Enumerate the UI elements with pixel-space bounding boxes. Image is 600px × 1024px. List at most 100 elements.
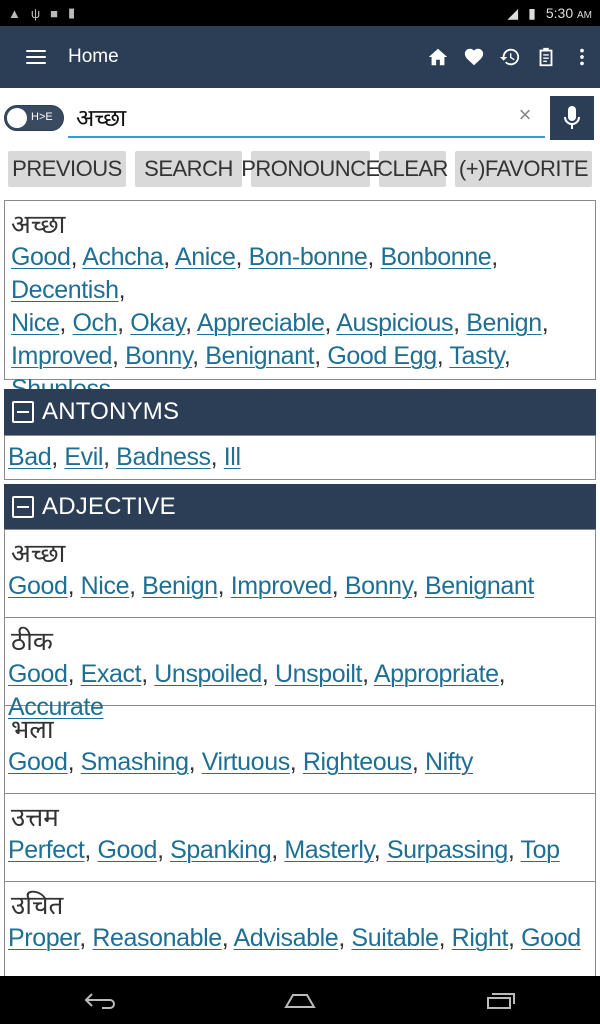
entry-synonyms: Proper, Reasonable, Advisable, Suitable,… — [5, 922, 595, 955]
synonym-link[interactable]: Good — [98, 836, 158, 864]
microphone-icon — [563, 106, 581, 129]
synonym-link[interactable]: Benignant — [205, 342, 314, 370]
synonym-link[interactable]: Bad — [8, 443, 52, 471]
synonym-link[interactable]: Unspoilt — [275, 660, 363, 688]
lock-icon: ■ — [50, 5, 59, 21]
synonym-link[interactable]: Nice — [81, 572, 130, 600]
synonym-link[interactable]: Bonny — [125, 342, 192, 370]
home-nav-button[interactable] — [270, 980, 330, 1020]
favorites-button[interactable] — [456, 26, 492, 88]
app-bar-actions — [420, 26, 600, 88]
app-bar: Home — [0, 26, 600, 88]
synonym-link[interactable]: Righteous — [303, 748, 412, 776]
entry-word: उचित — [11, 891, 64, 921]
synonym-link[interactable]: Good — [521, 924, 581, 952]
synonym-link[interactable]: Proper — [8, 924, 80, 952]
synonym-link[interactable]: Auspicious — [336, 309, 453, 337]
search-input[interactable] — [68, 98, 544, 136]
separator: , — [436, 342, 450, 370]
synonym-link[interactable]: Badness — [116, 443, 211, 471]
separator: , — [117, 309, 131, 337]
pronounce-button[interactable]: PRONOUNCE — [241, 151, 380, 187]
synonym-link[interactable]: Benign — [466, 309, 542, 337]
adjective-entry: अच्छा Good, Nice, Benign, Improved, Bonny… — [5, 530, 595, 618]
synonym-link[interactable]: Good — [8, 748, 68, 776]
history-button[interactable] — [492, 26, 528, 88]
separator: , — [314, 342, 328, 370]
synonym-link[interactable]: Appreciable — [197, 309, 325, 337]
clipboard-button[interactable] — [528, 26, 564, 88]
synonym-link[interactable]: Perfect — [8, 836, 85, 864]
synonym-link[interactable]: Exact — [81, 660, 142, 688]
synonym-link[interactable]: Bonbonne — [380, 243, 491, 271]
separator: , — [507, 836, 521, 864]
separator: , — [141, 660, 155, 688]
separator: , — [59, 309, 73, 337]
separator: , — [112, 342, 126, 370]
synonym-link[interactable]: Bonny — [345, 572, 412, 600]
synonym-link[interactable]: Good — [11, 243, 71, 271]
synonym-link[interactable]: Nice — [11, 309, 60, 337]
clear-input-icon[interactable]: × — [514, 104, 536, 126]
home-button[interactable] — [420, 26, 456, 88]
synonym-link[interactable]: Okay — [130, 309, 185, 337]
separator: , — [503, 342, 511, 370]
synonym-link[interactable]: Achcha — [82, 243, 163, 271]
clear-button[interactable]: CLEAR — [377, 151, 448, 187]
synonym-link[interactable]: Right — [452, 924, 509, 952]
antonyms-header[interactable]: ANTONYMS — [4, 389, 596, 435]
synonym-link[interactable]: Bon-bonne — [249, 243, 368, 271]
status-bar: ▲ ψ ■ ▮ ◢ ▮ 5:30 AM — [0, 0, 600, 26]
synonym-link[interactable]: Virtuous — [202, 748, 290, 776]
previous-button[interactable]: PREVIOUS — [8, 151, 126, 187]
synonym-link[interactable]: Och — [73, 309, 118, 337]
synonym-link[interactable]: Tasty — [449, 342, 504, 370]
synonym-link[interactable]: Benignant — [425, 572, 534, 600]
synonym-link[interactable]: Masterly — [284, 836, 374, 864]
synonym-link[interactable]: Smashing — [81, 748, 189, 776]
synonym-link[interactable]: Spanking — [170, 836, 271, 864]
favorite-button[interactable]: (+)FAVORITE — [455, 151, 592, 187]
overflow-menu-button[interactable] — [564, 26, 600, 88]
language-toggle[interactable]: H>E — [4, 105, 64, 131]
synonym-link[interactable]: Suitable — [351, 924, 439, 952]
voice-search-button[interactable] — [550, 96, 594, 140]
toggle-knob — [7, 108, 27, 128]
synonym-link[interactable]: Surpassing — [387, 836, 508, 864]
synonym-link[interactable]: Benign — [142, 572, 218, 600]
synonym-link[interactable]: Nifty — [425, 748, 473, 776]
antonyms-box: Bad, Evil, Badness, Ill — [4, 435, 596, 480]
search-button[interactable]: SEARCH — [135, 151, 242, 187]
synonym-link[interactable]: Reasonable — [92, 924, 222, 952]
sd-card-icon: ▮ — [68, 5, 76, 20]
back-button[interactable] — [70, 980, 130, 1020]
synonym-link[interactable]: Top — [521, 836, 561, 864]
synonym-link[interactable]: Good — [8, 660, 68, 688]
menu-button[interactable] — [0, 26, 72, 88]
separator: , — [411, 748, 425, 776]
synonym-link[interactable]: Unspoiled — [154, 660, 262, 688]
separator: , — [367, 243, 381, 271]
recents-button[interactable] — [470, 980, 530, 1020]
separator: , — [508, 924, 522, 952]
adjective-entry: ठीक Good, Exact, Unspoiled, Unspoilt, App… — [5, 618, 595, 721]
back-icon — [84, 993, 115, 1009]
synonym-link[interactable]: Anice — [175, 243, 236, 271]
signal-icon: ◢ — [507, 4, 519, 21]
synonym-link[interactable]: Good Egg — [327, 342, 437, 370]
synonym-link[interactable]: Improved — [11, 342, 112, 370]
adjective-header[interactable]: ADJECTIVE — [4, 484, 596, 530]
synonym-link[interactable]: Decentish — [11, 276, 119, 304]
synonym-link[interactable]: Evil — [64, 443, 103, 471]
battery-icon: ▮ — [528, 4, 536, 21]
synonym-link[interactable]: Advisable — [234, 924, 339, 952]
synonym-link[interactable]: Good — [8, 572, 68, 600]
synonym-link[interactable]: Ill — [224, 443, 241, 471]
synonym-link[interactable]: Appropriate — [374, 660, 499, 688]
separator: , — [491, 243, 498, 271]
synonym-link[interactable]: Improved — [231, 572, 332, 600]
separator: , — [67, 660, 81, 688]
adjective-entry: उत्तम Perfect, Good, Spanking, Masterly, … — [5, 794, 595, 882]
separator: , — [118, 276, 126, 304]
search-underline — [68, 136, 545, 138]
